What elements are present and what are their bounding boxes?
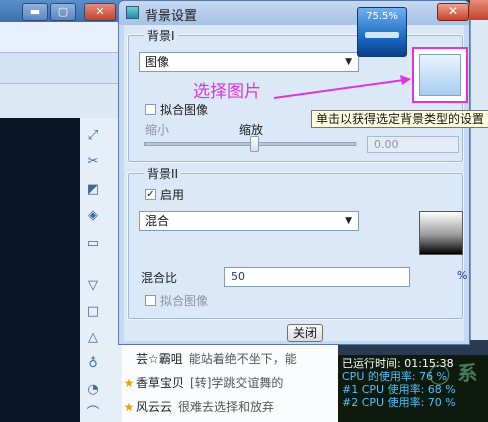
- background-1-type-select[interactable]: 图像 ▼: [139, 52, 359, 72]
- right-app-edge: [470, 0, 488, 340]
- frame-icon[interactable]: ▭: [84, 236, 102, 252]
- uptime-text: 已运行时间: 01:15:38: [342, 357, 454, 370]
- list-item[interactable]: 芸☆霸咀 能站着绝不坐下，能: [122, 348, 338, 370]
- group-title: 背景I: [144, 27, 178, 44]
- cpu1-usage-text: #1 CPU 使用率: 68 %: [342, 383, 456, 396]
- dial-icon[interactable]: ◔: [84, 382, 102, 398]
- fit-image-checkbox-2[interactable]: [145, 295, 156, 306]
- fit-image-checkbox-1[interactable]: [145, 104, 156, 115]
- list-item[interactable]: ★ 香草宝贝 [转]学跳交谊舞的: [122, 372, 338, 394]
- scale-value-field[interactable]: 0.00: [367, 136, 459, 153]
- blend-ratio-unit: %: [457, 269, 468, 282]
- curve-icon[interactable]: ⌒: [84, 406, 102, 422]
- dialog-close-button[interactable]: ✕: [437, 3, 469, 21]
- tooltip: 单击以获得选定背景类型的设置: [311, 110, 488, 128]
- background-2-type-select[interactable]: 混合 ▼: [139, 211, 359, 231]
- right-app-close-button[interactable]: [470, 0, 488, 20]
- bell-icon[interactable]: ♁: [84, 356, 102, 372]
- resize-icon[interactable]: ⤢: [84, 128, 102, 144]
- app-icon: [126, 6, 139, 19]
- annotation-arrow-icon: [273, 75, 411, 99]
- meter-bar: [365, 32, 399, 38]
- blend-ratio-label: 混合比: [141, 271, 178, 285]
- star-icon: ★: [123, 400, 135, 414]
- background-settings-dialog: 背景设置 ✕ 背景I 图像 ▼ 拟合图像 缩小 缩放 0.00 背景II ✓ 启…: [118, 0, 470, 345]
- enable-checkbox[interactable]: ✓: [145, 189, 156, 200]
- meter-value: 75.5%: [366, 11, 398, 22]
- fit-image-label-2: 拟合图像: [160, 294, 209, 308]
- tag-icon[interactable]: ◩: [84, 182, 102, 198]
- dialog-title: 背景设置: [145, 9, 198, 24]
- chat-name: 风云云: [136, 400, 173, 414]
- image-select-button[interactable]: [412, 47, 468, 103]
- shape-icon[interactable]: ◈: [84, 208, 102, 224]
- close-dialog-button[interactable]: 关闭: [287, 324, 323, 342]
- blend-preview-button[interactable]: [419, 211, 463, 255]
- select-value: 混合: [145, 214, 170, 228]
- fit-image-label-1: 拟合图像: [160, 103, 209, 117]
- background-app-toolbar: [0, 22, 122, 53]
- enable-label: 启用: [160, 188, 185, 202]
- dropdown-arrow-icon: ▼: [345, 57, 352, 67]
- viewport-canvas[interactable]: [0, 118, 80, 422]
- background-app-titlebar: ▬ ▢ ✕: [0, 0, 122, 22]
- maximize-button[interactable]: ▢: [50, 3, 76, 21]
- close-button[interactable]: ✕: [84, 3, 116, 21]
- blend-ratio-input[interactable]: 50: [224, 267, 410, 287]
- chat-message: 能站着绝不坐下，能: [188, 352, 297, 366]
- cpu2-usage-text: #2 CPU 使用率: 70 %: [342, 396, 456, 409]
- chat-name: 香草宝贝: [136, 376, 185, 390]
- tool-palette: ⤢ ✂ ◩ ◈ ▭ ▽ □ △ ♁ ◔ ⌒: [80, 118, 122, 422]
- annotation-text: 选择图片: [193, 82, 261, 102]
- chat-message: 很难去选择和放弃: [178, 400, 275, 414]
- cpu-usage-text: CPU 的使用率: 76 %: [342, 370, 448, 383]
- background-app-tabbar: [0, 53, 122, 84]
- filter-icon[interactable]: ▽: [84, 278, 102, 294]
- image-preview: [419, 54, 461, 96]
- dialog-titlebar[interactable]: 背景设置 ✕: [119, 1, 469, 25]
- chat-list: 芸☆霸咀 能站着绝不坐下，能 ★ 香草宝贝 [转]学跳交谊舞的 ★ 风云云 很难去选择和放…: [122, 340, 338, 422]
- minimize-button[interactable]: ▬: [22, 3, 48, 21]
- star-icon: ★: [123, 376, 135, 390]
- cpu-meter-widget[interactable]: 75.5%: [357, 7, 407, 57]
- group-title: 背景II: [144, 165, 182, 182]
- dropdown-arrow-icon: ▼: [345, 216, 352, 226]
- triangle-icon[interactable]: △: [84, 330, 102, 346]
- scissors-icon[interactable]: ✂: [84, 154, 102, 170]
- square-icon[interactable]: □: [84, 304, 102, 320]
- select-value: 图像: [145, 55, 170, 69]
- system-monitor: ◯ 系 已运行时间: 01:15:38 CPU 的使用率: 76 % #1 CP…: [338, 355, 488, 422]
- list-item[interactable]: ★ 风云云 很难去选择和放弃: [122, 396, 338, 418]
- chat-name: 芸☆霸咀: [136, 352, 183, 366]
- chat-message: [转]学跳交谊舞的: [190, 376, 284, 390]
- scale-slider-thumb[interactable]: [250, 136, 259, 152]
- scale-small-label: 缩小: [145, 123, 170, 137]
